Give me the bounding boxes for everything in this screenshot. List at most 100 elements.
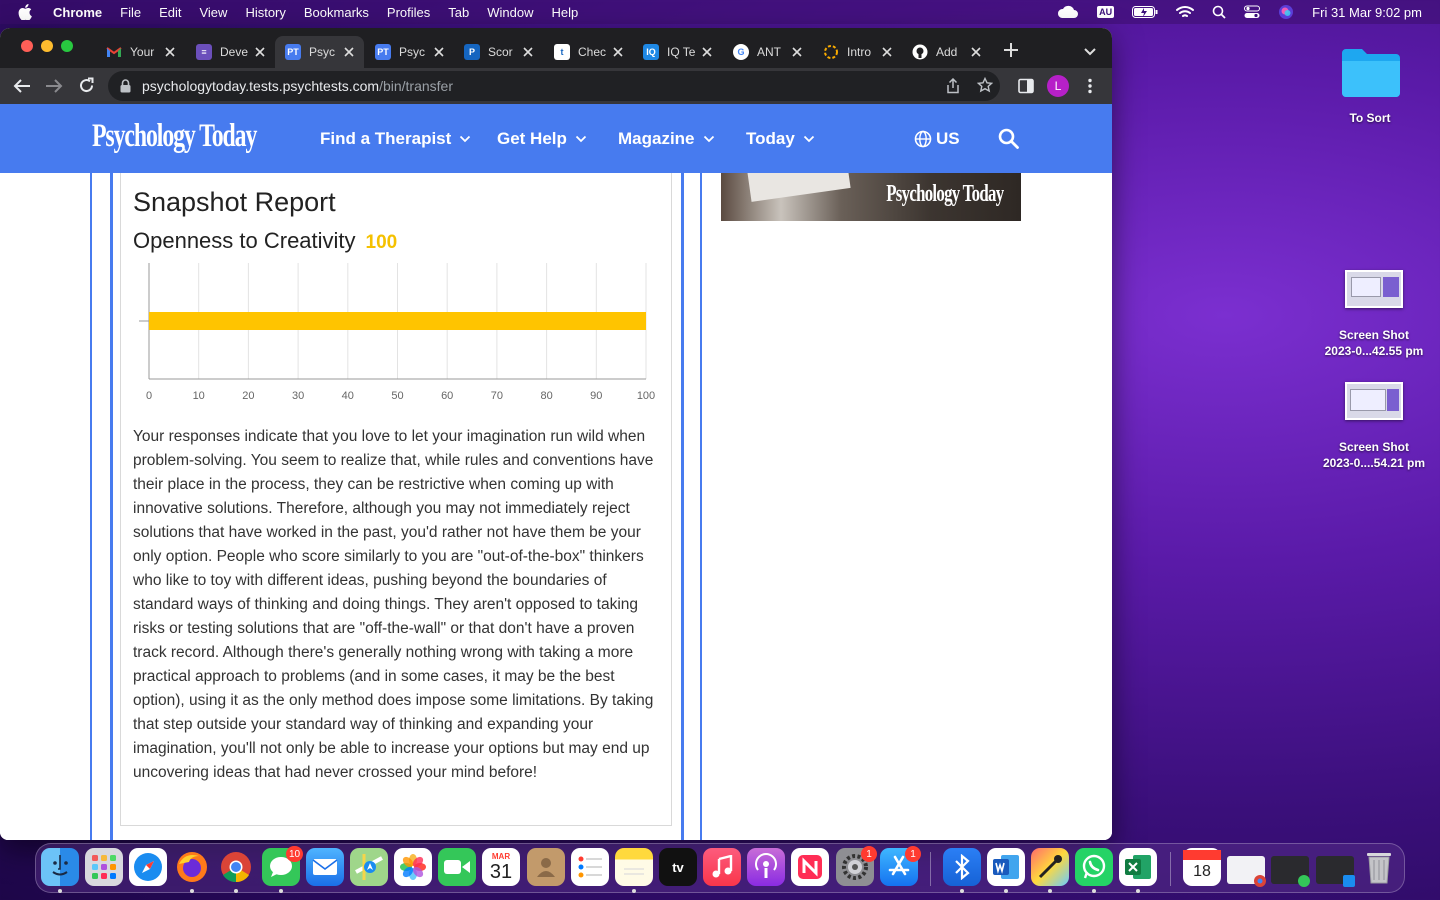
input-source-badge[interactable]: AU bbox=[1097, 6, 1115, 18]
minimize-window-button[interactable] bbox=[41, 40, 53, 52]
menu-help[interactable]: Help bbox=[543, 5, 588, 20]
menu-bookmarks[interactable]: Bookmarks bbox=[295, 5, 378, 20]
screenshot-label-1[interactable]: Screen Shot 2023-0...42.55 pm bbox=[1305, 327, 1440, 359]
close-tab-icon[interactable] bbox=[791, 46, 803, 58]
chrome-icon[interactable] bbox=[217, 848, 255, 886]
region-selector[interactable]: US bbox=[914, 129, 960, 149]
tab-9[interactable]: Add bbox=[902, 36, 991, 68]
excel-icon[interactable] bbox=[1119, 848, 1157, 886]
close-tab-icon[interactable] bbox=[881, 46, 893, 58]
word-icon[interactable] bbox=[987, 848, 1025, 886]
menubar-clock[interactable]: Fri 31 Mar 9:02 pm bbox=[1312, 5, 1422, 20]
nav-find-a-therapist[interactable]: Find a Therapist bbox=[320, 129, 471, 149]
tab-3[interactable]: PT Psyc bbox=[365, 36, 454, 68]
podcasts-icon[interactable] bbox=[747, 848, 785, 886]
close-window-button[interactable] bbox=[21, 40, 33, 52]
screenshot-thumbnail[interactable] bbox=[1345, 382, 1403, 420]
tab-7[interactable]: G ANT bbox=[723, 36, 812, 68]
close-tab-icon[interactable] bbox=[254, 46, 266, 58]
launchpad-icon[interactable] bbox=[85, 848, 123, 886]
url-text[interactable]: psychologytoday.tests.psychtests.com/bin… bbox=[142, 78, 453, 94]
bluetooth-icon[interactable] bbox=[943, 848, 981, 886]
maps-icon[interactable] bbox=[350, 848, 388, 886]
recent-terminal-thumbnail[interactable] bbox=[1271, 856, 1310, 887]
lock-icon[interactable] bbox=[120, 79, 131, 98]
screenshot-thumbnail[interactable] bbox=[1345, 270, 1403, 308]
share-icon[interactable] bbox=[946, 77, 960, 99]
wifi-icon[interactable] bbox=[1176, 5, 1195, 19]
profile-avatar[interactable]: L bbox=[1047, 75, 1069, 97]
siri-icon[interactable] bbox=[1278, 4, 1294, 20]
spotlight-search-icon[interactable] bbox=[1212, 5, 1226, 19]
address-bar[interactable]: psychologytoday.tests.psychtests.com/bin… bbox=[108, 71, 1000, 101]
menu-window[interactable]: Window bbox=[478, 5, 542, 20]
close-tab-icon[interactable] bbox=[701, 46, 713, 58]
apple-menu-icon[interactable] bbox=[18, 4, 32, 20]
icloud-icon[interactable] bbox=[1057, 5, 1079, 19]
finder-icon[interactable] bbox=[41, 848, 79, 886]
recent-document-thumbnail[interactable] bbox=[1227, 856, 1266, 887]
appletv-icon[interactable]: tv bbox=[659, 848, 697, 886]
desktop-folder-label[interactable]: To Sort bbox=[1320, 110, 1420, 126]
screenshot-label-2[interactable]: Screen Shot 2023-0....54.21 pm bbox=[1305, 439, 1440, 471]
reload-icon[interactable] bbox=[78, 77, 95, 99]
menu-bar: Chrome File Edit View History Bookmarks … bbox=[0, 0, 1440, 24]
forward-arrow-icon[interactable] bbox=[45, 78, 63, 99]
battery-icon[interactable] bbox=[1132, 6, 1158, 18]
tab-8[interactable]: Intro bbox=[813, 36, 902, 68]
tab-5[interactable]: t Chec bbox=[544, 36, 633, 68]
notes-icon[interactable] bbox=[615, 848, 653, 886]
chrome-window: Your ≡ Deve PT Psyc PT Psyc P Scor t Che… bbox=[0, 28, 1112, 840]
advertisement-banner[interactable]: Psychology Today bbox=[721, 173, 1021, 221]
tab-4[interactable]: P Scor bbox=[454, 36, 543, 68]
facetime-icon[interactable] bbox=[438, 848, 476, 886]
folder-icon[interactable] bbox=[1340, 45, 1402, 104]
close-tab-icon[interactable] bbox=[433, 46, 445, 58]
menu-profiles[interactable]: Profiles bbox=[378, 5, 439, 20]
whatsapp-icon[interactable] bbox=[1075, 848, 1113, 886]
reminders-icon[interactable] bbox=[571, 848, 609, 886]
search-icon[interactable] bbox=[998, 128, 1019, 154]
nav-get-help[interactable]: Get Help bbox=[497, 129, 587, 149]
recent-window-thumbnail[interactable] bbox=[1316, 856, 1355, 887]
side-panel-icon[interactable] bbox=[1018, 78, 1034, 99]
close-tab-icon[interactable] bbox=[164, 46, 176, 58]
menu-tab[interactable]: Tab bbox=[439, 5, 478, 20]
menu-history[interactable]: History bbox=[236, 5, 294, 20]
nav-today[interactable]: Today bbox=[746, 129, 815, 149]
site-logo[interactable]: Psychology Today bbox=[92, 118, 257, 155]
p-icon: P bbox=[464, 44, 480, 60]
menu-view[interactable]: View bbox=[190, 5, 236, 20]
news-icon[interactable] bbox=[791, 848, 829, 886]
tab-1[interactable]: ≡ Deve bbox=[186, 36, 275, 68]
recent-calendar-icon[interactable]: 18 bbox=[1183, 848, 1221, 886]
music-icon[interactable] bbox=[703, 848, 741, 886]
tab-6[interactable]: IQ IQ Te bbox=[633, 36, 722, 68]
back-arrow-icon[interactable] bbox=[13, 78, 31, 99]
trash-icon[interactable] bbox=[1360, 848, 1398, 886]
calendar-icon[interactable]: MAR 31 bbox=[482, 848, 520, 886]
nav-magazine[interactable]: Magazine bbox=[618, 129, 715, 149]
menu-edit[interactable]: Edit bbox=[150, 5, 190, 20]
close-tab-icon[interactable] bbox=[612, 46, 624, 58]
color-picker-icon[interactable] bbox=[1031, 848, 1069, 886]
close-tab-icon[interactable] bbox=[522, 46, 534, 58]
firefox-icon[interactable] bbox=[173, 848, 211, 886]
tab-2-active[interactable]: PT Psyc bbox=[275, 36, 364, 68]
bookmark-star-icon[interactable] bbox=[976, 76, 994, 98]
menu-file[interactable]: File bbox=[111, 5, 150, 20]
control-center-icon[interactable] bbox=[1244, 5, 1261, 19]
mail-icon[interactable] bbox=[306, 848, 344, 886]
tab-0[interactable]: Your bbox=[96, 36, 185, 68]
new-tab-icon[interactable] bbox=[1003, 42, 1019, 63]
safari-icon[interactable] bbox=[129, 848, 167, 886]
kebab-menu-icon[interactable] bbox=[1087, 78, 1093, 99]
zoom-window-button[interactable] bbox=[61, 40, 73, 52]
photos-icon[interactable] bbox=[394, 848, 432, 886]
close-tab-icon[interactable] bbox=[343, 46, 355, 58]
close-tab-icon[interactable] bbox=[970, 46, 982, 58]
menu-app-name[interactable]: Chrome bbox=[44, 5, 111, 20]
tab-search-chevron-icon[interactable] bbox=[1083, 44, 1097, 62]
trait-heading: Openness to Creativity 100 bbox=[133, 228, 397, 254]
contacts-icon[interactable] bbox=[527, 848, 565, 886]
